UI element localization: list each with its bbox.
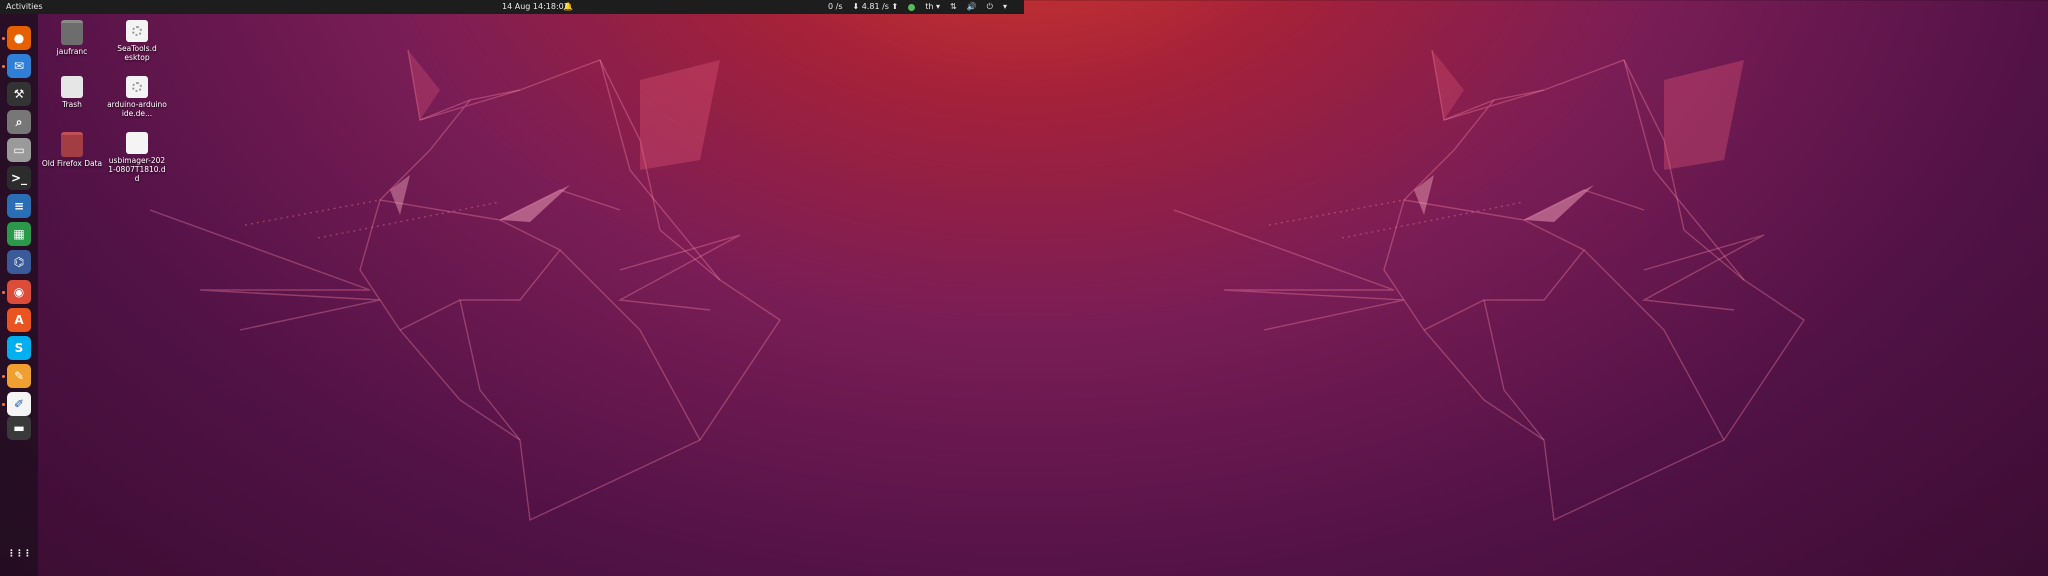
- running-indicator: [2, 375, 5, 378]
- running-indicator: [2, 65, 5, 68]
- clock[interactable]: 14 Aug 14:18:02: [502, 0, 569, 14]
- folder-icon: [61, 132, 83, 157]
- status-indicator-icon[interactable]: [908, 3, 916, 11]
- running-indicator: [2, 403, 5, 406]
- chevron-down-icon: ▾: [935, 2, 940, 11]
- folder-icon: [61, 20, 83, 45]
- second-monitor-edge: [1024, 0, 2048, 1]
- desktop-icon-label: SeaTools.desktop: [117, 44, 157, 62]
- language-selector[interactable]: th ▾: [925, 0, 940, 14]
- desktop-icon-label: Old Firefox Data: [41, 159, 103, 168]
- net-speed-up[interactable]: 0 /s: [828, 0, 843, 14]
- desktop-icon-label: jaufranc: [56, 47, 88, 56]
- desktop-icon-usbimager[interactable]: usbimager-2021-0807T1810.dd: [105, 132, 169, 183]
- chrome-icon[interactable]: ◉: [7, 280, 31, 304]
- running-indicator: [2, 291, 5, 294]
- paint-icon[interactable]: ✎: [7, 364, 31, 388]
- network-icon[interactable]: ⌬: [7, 250, 31, 274]
- gear-file-icon: [126, 76, 148, 98]
- dock: ● ✉ ⚒ ⌕ ▭ >_ ≡ ▦ ⌬ ◉ A S ✎ ✐ ▬ ⋮⋮⋮: [0, 14, 38, 576]
- skype-icon[interactable]: S: [7, 336, 31, 360]
- desktop-icon-trash[interactable]: Trash: [40, 76, 104, 109]
- top-bar: Activities 14 Aug 14:18:02 🔔 0 /s ⬇ 4.81…: [0, 0, 1024, 14]
- desktop-icon-label: usbimager-2021-0807T1810.dd: [108, 156, 166, 183]
- desktop-icon-old-firefox-data[interactable]: Old Firefox Data: [40, 132, 104, 168]
- writer-icon[interactable]: ≡: [7, 194, 31, 218]
- calc-icon[interactable]: ▦: [7, 222, 31, 246]
- running-indicator: [2, 37, 5, 40]
- disk-image-file-icon: [126, 132, 148, 154]
- activities-button[interactable]: Activities: [6, 0, 43, 14]
- tool-icon[interactable]: ⚒: [7, 82, 31, 106]
- files-icon[interactable]: ▭: [7, 138, 31, 162]
- power-icon[interactable]: ⏻: [987, 0, 993, 14]
- desktop-icon-seatools[interactable]: SeaTools.desktop: [105, 20, 169, 62]
- wallpaper-cat-right: [1173, 49, 1805, 522]
- desktop-icon-label: arduino-arduinoide.de...: [107, 100, 167, 118]
- trash-icon: [61, 76, 83, 98]
- system-tray: 0 /s ⬇ 4.81 /s ⬆ th ▾ ⇅ 🔊 ⏻ ▾: [828, 0, 1007, 14]
- desktop-icon-label: Trash: [62, 100, 82, 109]
- language-label: th: [925, 2, 934, 11]
- drive-icon[interactable]: ▬: [7, 416, 31, 440]
- screenshot-icon[interactable]: ⌕: [7, 110, 31, 134]
- net-speed-down[interactable]: ⬇ 4.81 /s ⬆: [853, 0, 899, 14]
- thunderbird-icon[interactable]: ✉: [7, 54, 31, 78]
- firefox-icon[interactable]: ●: [7, 26, 31, 50]
- desktop-icon-arduino[interactable]: arduino-arduinoide.de...: [105, 76, 169, 118]
- net-speed-down-value: 4.81 /s: [861, 2, 889, 11]
- volume-icon[interactable]: 🔊: [967, 0, 977, 14]
- system-menu-chevron-icon[interactable]: ▾: [1003, 0, 1007, 14]
- network-icon[interactable]: ⇅: [950, 0, 957, 14]
- desktop-icon-home-folder[interactable]: jaufranc: [40, 20, 104, 56]
- text-editor-icon[interactable]: ✐: [7, 392, 31, 416]
- terminal-icon[interactable]: >_: [7, 166, 31, 190]
- notification-bell-icon[interactable]: 🔔: [563, 0, 573, 14]
- software-center-icon[interactable]: A: [7, 308, 31, 332]
- app-grid-icon[interactable]: ⋮⋮⋮: [7, 542, 32, 566]
- gear-file-icon: [126, 20, 148, 42]
